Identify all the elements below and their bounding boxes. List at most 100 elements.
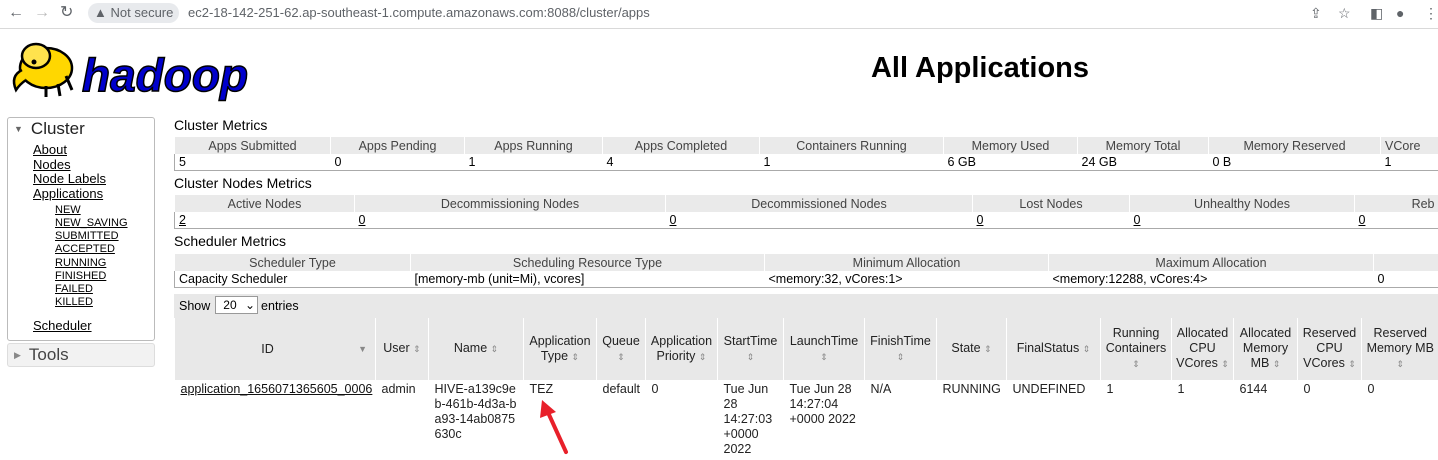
sort-icon: ⇕ [1396,359,1405,369]
col-header-user[interactable]: User ⇕ [375,318,429,380]
name-cell: HIVE-a139c9eb-461b-4d3a-ba93-14ab0875630… [434,382,517,441]
allocated-memory-cell: 6144 [1239,382,1268,396]
state-link-finished[interactable]: FINISHED [55,270,154,283]
profile-icon[interactable]: ● [1396,4,1404,22]
page-size-select[interactable]: 20 ⌄ [215,296,259,314]
sort-icon: ⇕ [1221,359,1229,369]
sort-icon: ⇕ [896,351,905,362]
header-cell: Apps Completed [602,137,760,154]
url-text[interactable]: ec2-18-142-251-62.ap-southeast-1.compute… [188,3,650,23]
header-cell: Memory Total [1077,137,1209,154]
bookmark-star-icon[interactable]: ☆ [1338,4,1351,22]
sort-icon: ⇕ [1082,344,1091,354]
elephant-icon [12,42,74,97]
state-cell: RUNNING [942,382,1001,396]
tools-header[interactable]: ▶ Tools [7,343,155,368]
sort-icon: ⇕ [1348,359,1356,369]
col-header-reserved-memory[interactable]: Reserved Memory MB ⇕ [1361,318,1438,380]
entries-control: Show 20 ⌄ entries [174,294,1438,318]
queue-cell: default [602,382,641,396]
scheduler-metrics-table: Scheduler Type Scheduling Resource Type … [174,254,1438,288]
sort-icon: ⇕ [571,351,580,362]
sidebar-item-about[interactable]: About [33,142,154,158]
state-link-killed[interactable]: KILLED [55,296,154,309]
reload-icon[interactable]: ↻ [60,3,73,23]
forward-icon[interactable]: → [34,3,50,23]
annotation-arrow-icon [540,400,568,454]
cluster-header[interactable]: ▼ Cluster [8,118,154,140]
state-link-new[interactable]: NEW [55,204,154,217]
scheduler-metrics-title: Scheduler Metrics [174,233,287,249]
header-cell: Apps Pending [330,137,465,154]
final-status-cell: UNDEFINED [1012,382,1086,396]
running-containers-cell: 1 [1106,382,1114,396]
col-header-id[interactable]: ID ▼ [174,318,376,380]
resource-type-value: [memory-mb (unit=Mi), vcores] [410,271,765,288]
menu-kebab-icon[interactable]: ⋮ [1424,4,1438,22]
nodes-metrics-table: Active Nodes Decommissioning Nodes Decom… [174,195,1438,229]
header-cell: Unhealthy Nodes [1129,195,1355,212]
col-header-running-containers[interactable]: Running Containers ⇕ [1100,318,1172,380]
header-cell: Memory Reserved [1208,137,1381,154]
logo-wordmark: hadoop [82,49,248,101]
lost-nodes-link[interactable]: 0 [977,213,984,227]
address-bar[interactable]: ▲ Not secure ec2-18-142-251-62.ap-southe… [88,3,1298,23]
col-header-reserved-cpu[interactable]: Reserved CPU VCores ⇕ [1297,318,1362,380]
chevron-down-icon: ⌄ [244,298,256,312]
applications-table: ID ▼ User ⇕ Name ⇕ Application Type ⇕ Qu… [174,318,1438,457]
header-cell: Maximum Allocation [1048,254,1374,271]
sort-icon: ⇕ [984,344,992,354]
back-icon[interactable]: ← [8,3,24,23]
page-title: All Applications [870,52,1090,84]
user-cell: admin [381,382,416,396]
state-link-running[interactable]: RUNNING [55,257,154,270]
reserved-memory-cell: 0 [1367,382,1375,396]
sort-icon: ⇕ [1272,359,1281,369]
cluster-panel: ▼ Cluster About Nodes Node Labels Applica… [7,117,155,342]
application-id-link[interactable]: application_1656071365605_0006 [181,382,373,396]
not-secure-chip[interactable]: ▲ Not secure [88,3,180,23]
metric-value: 0 [330,154,465,171]
side-panel-icon[interactable]: ◧ [1370,4,1383,22]
state-link-failed[interactable]: FAILED [55,283,154,296]
col-header-launch-time[interactable]: LaunchTime ⇕ [783,318,865,380]
state-link-new-saving[interactable]: NEW_SAVING [55,217,154,230]
header-cell: Minimum Allocation [764,254,1049,271]
metric-value: 24 GB [1077,154,1209,171]
sidebar-item-scheduler[interactable]: Scheduler [33,319,154,334]
state-link-submitted[interactable]: SUBMITTED [55,230,154,243]
col-header-priority[interactable]: Application Priority ⇕ [645,318,718,380]
col-header-app-type[interactable]: Application Type ⇕ [523,318,597,380]
collapsed-triangle-icon: ▶ [14,350,21,361]
sidebar-item-node-labels[interactable]: Node Labels [33,172,154,187]
col-header-final-status[interactable]: FinalStatus ⇕ [1006,318,1101,380]
metric-value: 4 [602,154,760,171]
rebooted-nodes-link[interactable]: 0 [1359,213,1366,227]
sidebar-item-nodes[interactable]: Nodes [33,157,154,173]
col-header-allocated-cpu[interactable]: Allocated CPU VCores ⇕ [1171,318,1234,380]
header-cell: Apps Running [464,137,603,154]
nodes-metrics-title: Cluster Nodes Metrics [174,175,312,191]
header-cell [1373,254,1438,271]
max-allocation-value: <memory:12288, vCores:4> [1048,271,1374,288]
col-header-queue[interactable]: Queue ⇕ [596,318,646,380]
metric-value: 1 [464,154,603,171]
hadoop-logo[interactable]: hadoop [6,34,268,102]
state-link-accepted[interactable]: ACCEPTED [55,243,154,256]
decommissioned-nodes-link[interactable]: 0 [670,213,677,227]
show-label: Show [179,299,211,313]
entries-label: entries [261,299,299,313]
table-row: application_1656071365605_0006 admin HIV… [175,380,1438,457]
col-header-allocated-memory[interactable]: Allocated Memory MB ⇕ [1233,318,1298,380]
priority-cell: 0 [651,382,659,396]
col-header-state[interactable]: State ⇕ [936,318,1007,380]
col-header-finish-time[interactable]: FinishTime ⇕ [864,318,937,380]
decommissioning-nodes-link[interactable]: 0 [359,213,366,227]
share-icon[interactable]: ⇪ [1310,4,1322,22]
launch-time-cell: Tue Jun 28 14:27:04 +0000 2022 [789,382,856,426]
col-header-start-time[interactable]: StartTime ⇕ [717,318,784,380]
unhealthy-nodes-link[interactable]: 0 [1134,213,1141,227]
sidebar-item-applications[interactable]: Applications [33,186,154,202]
active-nodes-link[interactable]: 2 [179,213,186,227]
col-header-name[interactable]: Name ⇕ [428,318,524,380]
